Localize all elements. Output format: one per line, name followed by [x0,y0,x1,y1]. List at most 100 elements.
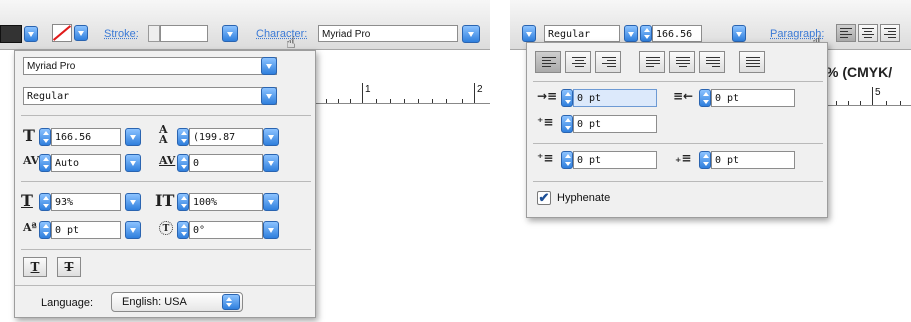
stroke-swatch-icon[interactable] [52,24,72,42]
toolbar-font-style-field[interactable]: Regular [544,25,620,42]
leading-icon: AA [159,123,168,146]
font-size-icon: T [23,126,35,145]
underline-icon[interactable]: T [23,257,47,277]
justify-center-icon[interactable] [669,51,695,73]
font-family-field[interactable]: Myriad Pro [23,57,277,75]
stroke-weight-stepper[interactable] [148,25,160,42]
rotation-stepper[interactable] [177,221,189,239]
toolbar-prev-dropdown[interactable] [522,25,536,42]
stroke-weight-field[interactable] [160,25,208,42]
hyphenate-label[interactable]: Hyphenate [557,192,610,204]
separator [533,181,823,182]
tracking-stepper[interactable] [177,154,189,172]
ruler-tick [446,99,447,103]
ruler-tick [432,99,433,103]
horizontal-ruler: 1 2 [316,82,490,104]
ruler-tick [404,99,405,103]
separator [15,285,315,286]
language-dropdown-arrows[interactable] [222,294,240,310]
hyphenate-checkbox[interactable]: ✔ [537,191,551,205]
toolbar-font-style-dropdown[interactable] [624,25,638,42]
font-size-stepper[interactable] [39,128,51,146]
font-style-dropdown[interactable] [261,87,277,105]
right-screenshot: Regular 166.56 Paragraph: ☝ % (CMYK/ 5 →… [510,0,911,322]
toolbar-align-right-icon[interactable] [880,24,900,42]
baseline-shift-stepper[interactable] [39,221,51,239]
ruler-tick [872,87,873,105]
horizontal-scale-field[interactable]: 100% [189,193,263,211]
tracking-dropdown[interactable] [263,154,279,172]
separator [21,181,311,182]
ruler-tick [900,101,901,105]
vertical-scale-field[interactable]: 93% [51,193,121,211]
leading-stepper[interactable] [177,128,189,146]
align-right-icon[interactable] [595,51,621,73]
font-family-dropdown[interactable] [261,57,277,75]
leading-dropdown[interactable] [263,128,279,146]
strikethrough-icon[interactable]: T [57,257,81,277]
kerning-field[interactable]: Auto [51,154,121,172]
toolbar-font-dropdown[interactable] [462,25,480,43]
ruler-tick [848,101,849,105]
ruler-tick [418,99,419,103]
space-before-icon: ⁺≡ [537,151,554,165]
ruler-tick [350,99,351,103]
horizontal-scale-stepper[interactable] [177,193,189,211]
language-value: English: USA [122,296,187,308]
toolbar-align-left-icon[interactable] [836,24,856,42]
space-after-field[interactable]: 0 pt [711,151,795,169]
kerning-icon: AV [23,154,40,167]
align-left-icon[interactable] [535,51,561,73]
separator [533,81,823,82]
left-indent-stepper[interactable] [561,89,573,107]
left-indent-icon: →≡ [537,89,558,103]
left-indent-field[interactable]: 0 pt [573,89,657,107]
font-size-field[interactable]: 166.56 [51,128,121,146]
font-style-field[interactable]: Regular [23,87,277,105]
right-indent-icon: ≡← [673,89,694,103]
fill-dropdown[interactable] [24,26,38,42]
stroke-swatch-dropdown[interactable] [74,25,88,41]
stroke-weight-dropdown[interactable] [222,25,238,42]
space-after-stepper[interactable] [699,151,711,169]
vertical-scale-stepper[interactable] [39,193,51,211]
toolbar-font-size-dropdown[interactable] [732,25,746,42]
justify-all-icon[interactable] [739,51,765,73]
ruler-label-2: 2 [477,84,483,95]
separator [533,143,823,144]
vertical-scale-dropdown[interactable] [125,193,141,211]
baseline-shift-field[interactable]: 0 pt [51,221,121,239]
character-label[interactable]: Character: [256,28,307,40]
ruler-tick [886,101,887,105]
first-line-indent-field[interactable]: 0 pt [573,115,657,133]
first-line-indent-stepper[interactable] [561,115,573,133]
space-before-stepper[interactable] [561,151,573,169]
rotation-icon: T [159,221,173,235]
kerning-dropdown[interactable] [125,154,141,172]
font-size-dropdown[interactable] [125,128,141,146]
toolbar-font-size-stepper[interactable] [640,25,652,42]
baseline-shift-dropdown[interactable] [125,221,141,239]
ruler-tick [362,83,363,103]
leading-field[interactable]: (199.87 [189,128,263,146]
horizontal-scale-dropdown[interactable] [263,193,279,211]
rotation-dropdown[interactable] [263,221,279,239]
toolbar-font-size-field[interactable]: 166.56 [652,25,702,42]
tracking-field[interactable]: 0 [189,154,263,172]
justify-right-icon[interactable] [699,51,725,73]
ruler-label-5: 5 [875,87,881,98]
language-select[interactable]: English: USA [111,292,243,312]
justify-left-icon[interactable] [639,51,665,73]
ruler-tick [376,99,377,103]
fill-swatch-icon[interactable] [0,25,22,43]
right-indent-field[interactable]: 0 pt [711,89,795,107]
stroke-label[interactable]: Stroke: [104,28,139,40]
toolbar-align-center-icon[interactable] [858,24,878,42]
toolbar-font-field[interactable]: Myriad Pro [318,25,458,42]
rotation-field[interactable]: 0° [189,221,263,239]
kerning-stepper[interactable] [39,154,51,172]
space-before-field[interactable]: 0 pt [573,151,657,169]
ruler-tick [390,99,391,103]
right-indent-stepper[interactable] [699,89,711,107]
align-center-icon[interactable] [565,51,591,73]
